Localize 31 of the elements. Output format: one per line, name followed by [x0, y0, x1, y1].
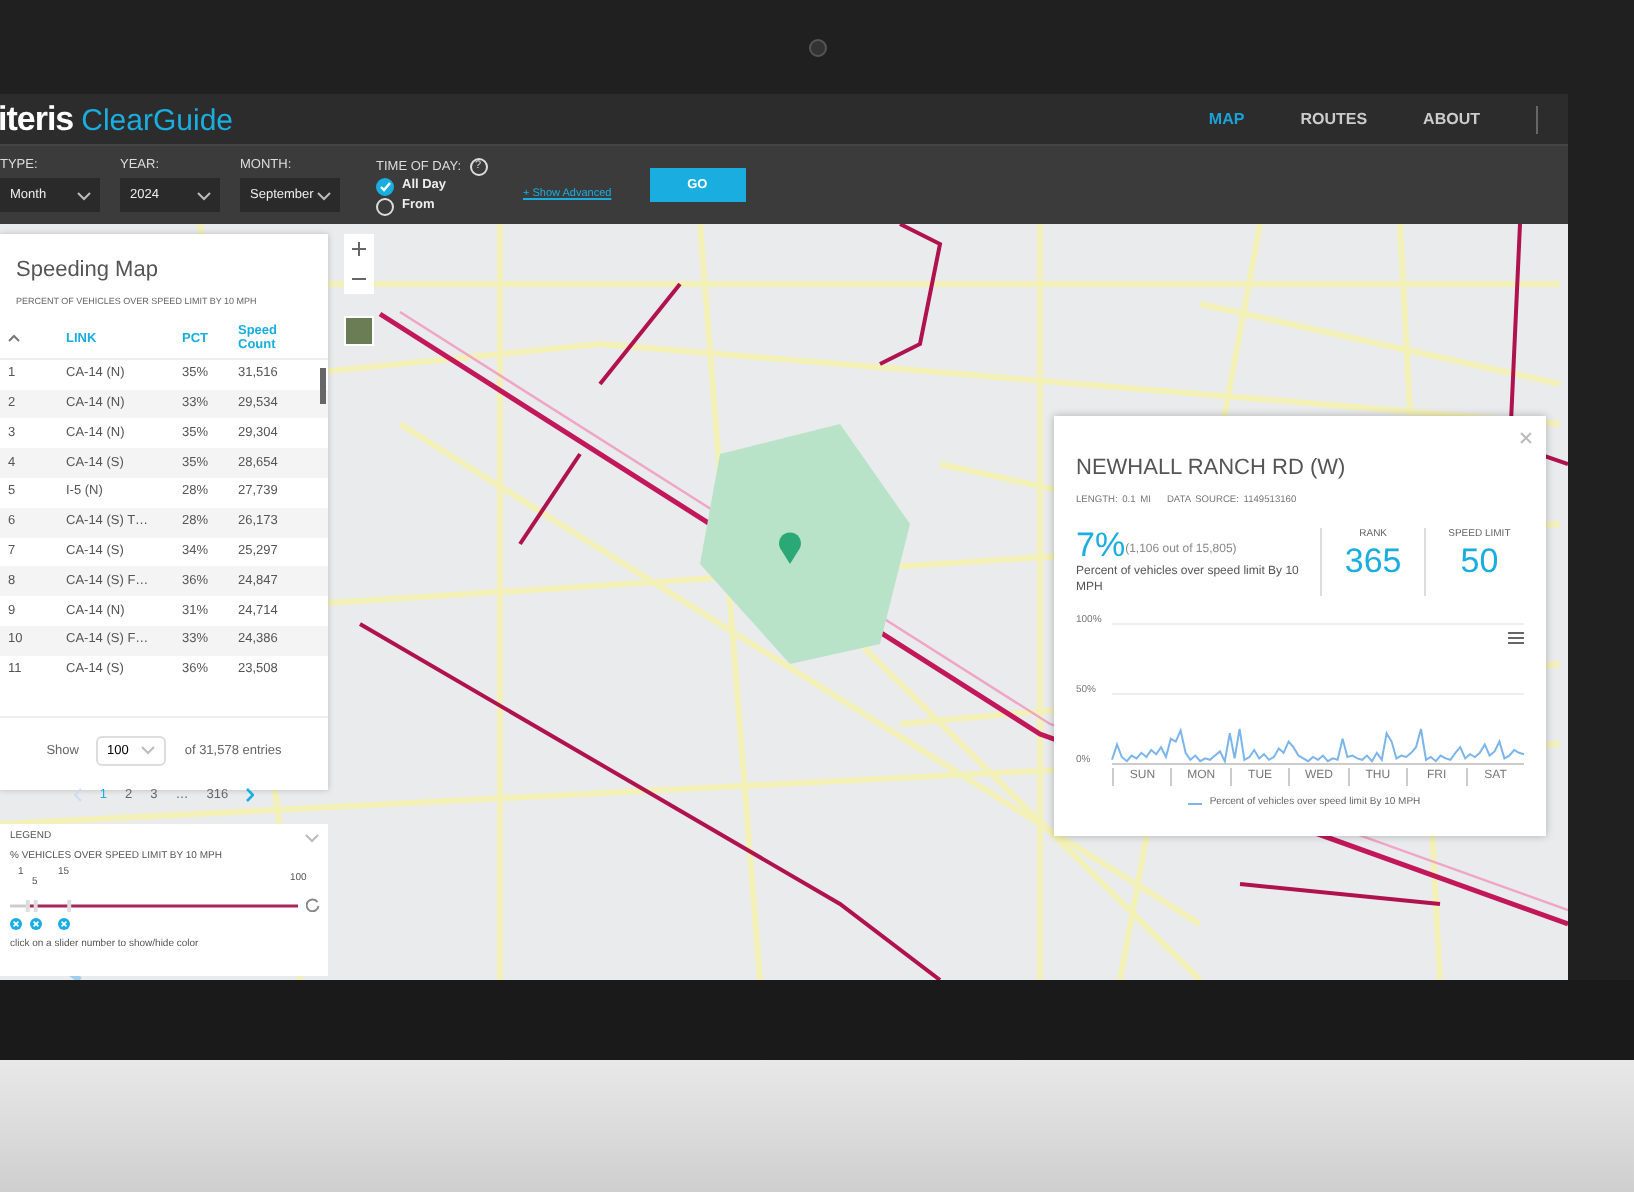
chevron-down-icon: [304, 831, 320, 843]
menu-icon: [1508, 632, 1524, 645]
reset-icon: [306, 898, 320, 912]
chevron-down-icon: [140, 744, 157, 757]
next-page-button[interactable]: [246, 786, 255, 807]
nav-tab[interactable]: ROUTES: [1300, 107, 1368, 131]
stat-value: 365: [1342, 543, 1404, 580]
check-icon: [378, 179, 392, 193]
camera-icon: [807, 37, 827, 57]
chevron-left-icon: [73, 788, 82, 803]
color-toggle-icon: [10, 918, 22, 930]
logo-product: ClearGuide: [81, 101, 234, 142]
percent-value: 7%: [1076, 528, 1126, 565]
chevron-down-icon: [76, 189, 92, 201]
plus-icon: [352, 241, 366, 256]
color-toggle-icon: [58, 918, 70, 930]
chevron-right-icon: [246, 788, 255, 803]
nav-tab[interactable]: ABOUT: [1423, 107, 1480, 131]
close-icon: [1520, 432, 1532, 444]
chevron-down-icon: [196, 189, 212, 201]
color-toggle-icon: [30, 918, 42, 930]
stat-value: 50: [1458, 543, 1501, 580]
chevron-down-icon: [316, 189, 332, 201]
logo-brand: iteris: [0, 97, 74, 142]
popup-title: NEWHALL RANCH RD (W): [1076, 456, 1348, 482]
panel-title: Speeding Map: [14, 256, 160, 284]
satellite-layer-button[interactable]: [344, 316, 374, 346]
sort-caret-icon: [8, 333, 20, 342]
legend-line-icon: [1187, 801, 1202, 806]
nav-tab[interactable]: MAP: [1208, 107, 1245, 131]
scrollbar-thumb: [320, 368, 326, 404]
